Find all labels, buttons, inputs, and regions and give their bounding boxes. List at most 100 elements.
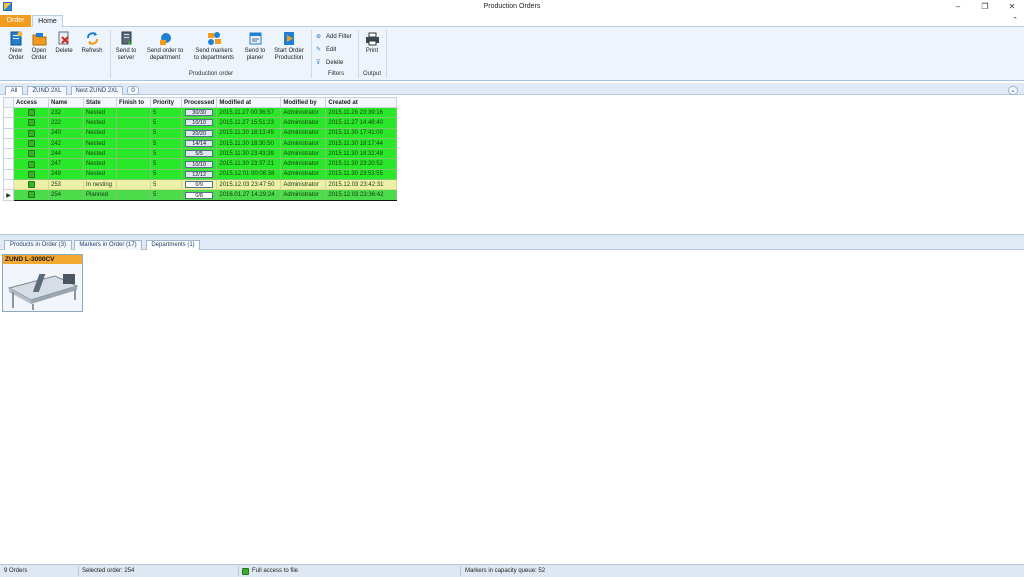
access-cell [13, 117, 49, 129]
row-selector[interactable] [3, 127, 14, 139]
table-row[interactable]: 242 Nested 5 14/14 2015.11.30 18:30:50 Admini… [3, 137, 398, 150]
row-selector[interactable] [3, 148, 14, 160]
column-header-finish-to[interactable]: Finish to [116, 97, 151, 108]
processed-progress: 5/5 [185, 150, 214, 158]
window-title: Production Orders [483, 3, 541, 10]
table-row[interactable]: ▶ 254 Planned 5 0/8 2016.01.27 14:29:24 Admini… [3, 189, 398, 201]
name-cell: 244 [48, 148, 84, 160]
orders-count: 9 Orders [4, 568, 28, 574]
access-status-icon [242, 568, 249, 575]
column-header-created-at[interactable]: Created at [325, 97, 398, 108]
print-button[interactable]: Print [361, 31, 383, 55]
tab-departments[interactable]: Departments (1) [146, 240, 200, 250]
start-order-production-button[interactable]: Start Order Production [271, 31, 307, 62]
table-row[interactable]: 247 Nested 5 10/10 2015.11.30 23:37:21 Admini… [3, 158, 398, 170]
created-at-cell: 2015.11.30 18:17:44 [325, 137, 398, 150]
created-at-cell: 2015.11.30 17:41:00 [325, 127, 398, 139]
access-cell [13, 179, 49, 191]
column-header-state[interactable]: State [83, 97, 117, 108]
modified-by-cell: Administrator [280, 179, 327, 191]
start-order-production-label-1: Start Order [274, 48, 304, 54]
send-to-server-button[interactable]: Send to server [113, 31, 139, 62]
printer-icon [365, 31, 380, 46]
finish-to-cell [116, 106, 151, 119]
edit-filter-button[interactable]: ✎ Edit [316, 46, 336, 53]
column-header-modified-at[interactable]: Modified at [216, 97, 282, 108]
column-header-processed[interactable]: Processed [180, 97, 218, 108]
filter-tab-nest-zund-2xl[interactable]: Nest ZUND 2XL [71, 86, 123, 95]
tab-order[interactable]: Order [0, 15, 31, 27]
modified-at-cell: 2015.11.30 18:30:50 [216, 137, 282, 150]
row-selector[interactable] [3, 137, 14, 150]
modified-by-cell: Administrator [280, 127, 327, 139]
table-row[interactable]: 222 Nested 5 10/10 2015.11.27 15:51:23 Admini… [3, 117, 398, 129]
new-order-label-2: Order [8, 55, 24, 61]
processed-progress: 30/30 [185, 109, 214, 117]
state-cell: Nested [83, 158, 117, 170]
filter-tab-all[interactable]: All [5, 86, 23, 95]
department-card[interactable]: ZUND L-3000CV [2, 254, 83, 312]
state-cell: Nested [83, 137, 117, 150]
tab-products-in-order[interactable]: Products in Order (3) [4, 240, 72, 250]
state-cell: Nested [83, 117, 117, 129]
row-selector[interactable] [3, 168, 14, 181]
priority-cell: 5 [150, 168, 182, 181]
table-row[interactable]: 253 In nesting 5 0/9 2015.12.03 23:47:50 Admi… [3, 179, 398, 191]
send-to-planer-label-2: planer [246, 55, 264, 61]
state-cell: Nested [83, 148, 117, 160]
row-selector[interactable]: ▶ [3, 189, 14, 201]
filter-count-badge[interactable]: 0 [127, 86, 139, 95]
column-header-access[interactable]: Access [13, 97, 49, 108]
row-selector[interactable] [3, 106, 14, 119]
modified-at-cell: 2015.11.27 00:36:57 [216, 106, 282, 119]
delete-filter-icon: ⊽ [316, 60, 321, 66]
status-separator [460, 566, 461, 576]
column-header-priority[interactable]: Priority [150, 97, 182, 108]
filter-tab-bar: All ZUND 2XL Nest ZUND 2XL 0 ⌄ [0, 83, 1024, 95]
finish-to-cell [116, 189, 151, 201]
column-header-name[interactable]: Name [48, 97, 84, 108]
column-header-modified-by[interactable]: Modified by [280, 97, 327, 108]
send-markers-to-departments-button[interactable]: Send markers to departments [190, 31, 238, 62]
maximize-button[interactable]: ❐ [975, 1, 995, 13]
filter-options-button[interactable]: ⌄ [1008, 86, 1018, 95]
table-row[interactable]: 232 Nested 5 30/30 2015.11.27 00:36:57 Admini… [3, 106, 398, 119]
state-cell: Planned [83, 189, 117, 201]
finish-to-cell [116, 158, 151, 170]
send-order-to-department-button[interactable]: Send order to department [145, 31, 185, 62]
close-button[interactable]: ✕ [1002, 1, 1022, 13]
table-row[interactable]: 244 Nested 5 5/5 2015.11.30 23:43:39 Administ… [3, 148, 398, 160]
open-order-button[interactable]: Open Order [29, 31, 49, 62]
refresh-button[interactable]: Refresh [80, 31, 104, 55]
access-cell [13, 189, 49, 201]
tab-markers-in-order[interactable]: Markers in Order (17) [74, 240, 142, 250]
add-filter-label: Add Filter [326, 34, 352, 40]
finish-to-cell [116, 179, 151, 191]
send-to-planer-button[interactable]: Send to planer [242, 31, 268, 62]
name-cell: 249 [48, 168, 84, 181]
orders-table: Access Name State Finish to Priority Pro… [3, 97, 398, 201]
name-cell: 253 [48, 179, 84, 191]
minimize-button[interactable]: – [948, 1, 968, 13]
collapse-ribbon-button[interactable]: ⌃ [1012, 16, 1018, 24]
finish-to-cell [116, 148, 151, 160]
orders-table-header: Access Name State Finish to Priority Pro… [3, 97, 398, 108]
status-separator [238, 566, 239, 576]
row-selector[interactable] [3, 158, 14, 170]
created-at-cell: 2015.11.30 23:53:55 [325, 168, 398, 181]
delete-filter-button[interactable]: ⊽ Delete [316, 59, 343, 66]
priority-cell: 5 [150, 148, 182, 160]
new-order-button[interactable]: New Order [6, 31, 26, 62]
created-at-cell: 2015.12.03 23:42:31 [325, 179, 398, 191]
open-order-label-2: Order [31, 55, 47, 61]
table-row[interactable]: 240 Nested 5 20/20 2015.11.30 18:13:45 Admini… [3, 127, 398, 139]
detail-tab-bar: Products in Order (3) Markers in Order (… [0, 237, 1024, 250]
delete-order-button[interactable]: Delete [54, 31, 74, 55]
row-selector[interactable] [3, 179, 14, 191]
created-at-cell: 2015.11.30 18:32:48 [325, 148, 398, 160]
add-filter-button[interactable]: ⊕ Add Filter [316, 33, 352, 40]
filter-tab-zund-2xl[interactable]: ZUND 2XL [27, 86, 67, 95]
state-cell: Nested [83, 106, 117, 119]
table-row[interactable]: 249 Nested 5 12/12 2015.12.01 00:06:38 Admini… [3, 168, 398, 181]
row-selector[interactable] [3, 117, 14, 129]
